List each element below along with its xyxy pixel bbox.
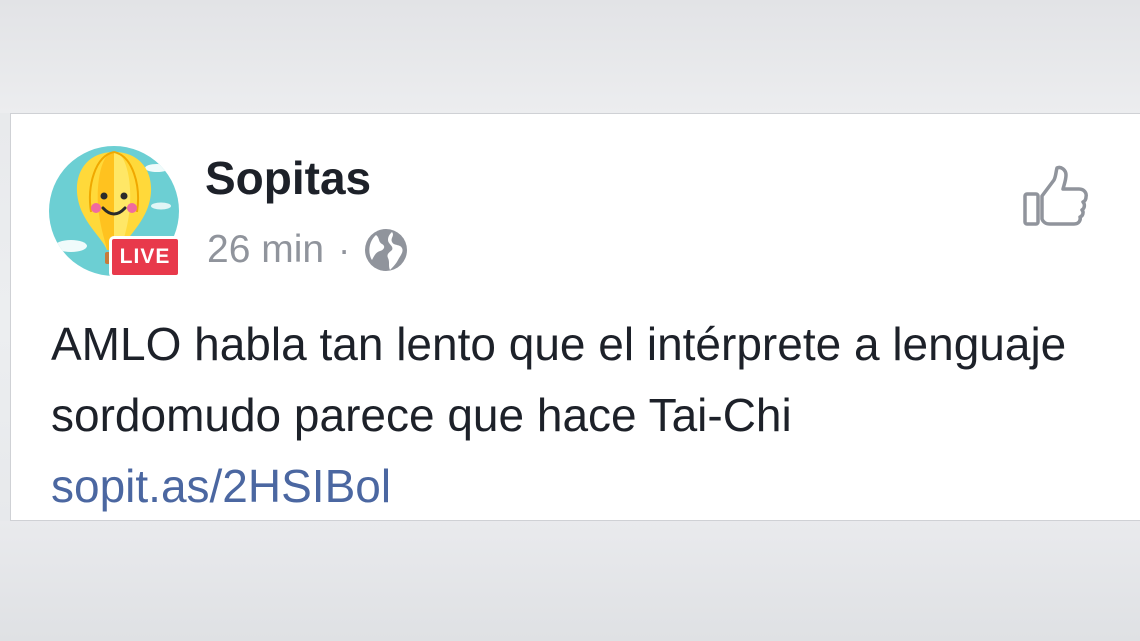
post-meta: 26 min ·	[207, 224, 410, 276]
background-top	[0, 0, 1140, 113]
live-badge: LIVE	[109, 236, 181, 278]
post-link[interactable]: sopit.as/2HSIBol	[51, 460, 391, 512]
globe-icon[interactable]	[362, 226, 410, 274]
post-timestamp[interactable]: 26 min	[207, 228, 324, 272]
post-body-text: AMLO habla tan lento que el intérprete a…	[51, 318, 1067, 441]
meta-separator: ·	[338, 229, 351, 270]
background-bottom	[0, 521, 1140, 641]
thumbs-up-icon[interactable]	[1021, 164, 1091, 230]
post-message: AMLO habla tan lento que el intérprete a…	[51, 309, 1101, 522]
page-name-link[interactable]: Sopitas	[205, 150, 371, 206]
post-card: LIVE Sopitas 26 min · AMLO habla tan len…	[10, 113, 1140, 521]
